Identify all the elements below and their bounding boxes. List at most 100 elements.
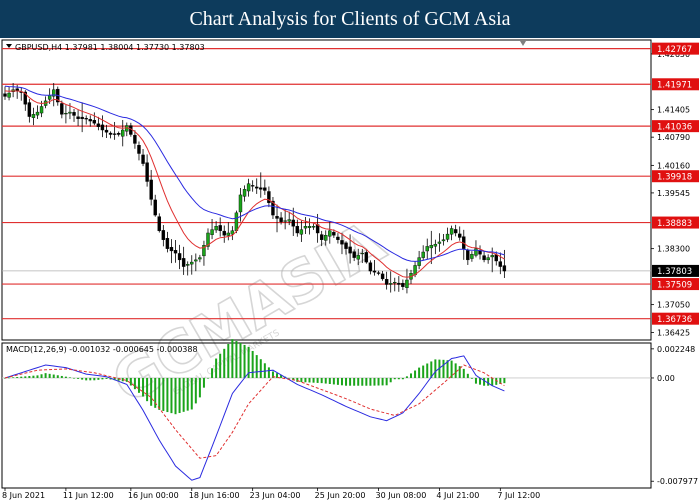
macd-histogram-bar — [105, 377, 108, 379]
candle-down — [112, 133, 117, 135]
time-tick-label: 30 Jun 08:00 — [376, 491, 427, 500]
macd-histogram-bar — [251, 350, 254, 378]
candle-up — [31, 114, 36, 118]
candle-down — [80, 116, 84, 120]
macd-histogram-bar — [44, 373, 47, 378]
candle-down — [364, 252, 369, 263]
macd-histogram-bar — [397, 377, 400, 380]
macd-histogram-bar — [361, 377, 364, 386]
macd-histogram-bar — [36, 375, 39, 378]
time-tick-label: 25 Jun 20:00 — [315, 491, 366, 500]
price-tick-label: 1.38300 — [657, 245, 690, 254]
macd-histogram-bar — [133, 377, 136, 390]
macd-histogram-bar — [401, 377, 404, 380]
macd-histogram-bar — [377, 377, 380, 386]
candle-down — [161, 230, 166, 240]
macd-histogram-bar — [101, 377, 104, 380]
candle-up — [198, 257, 202, 260]
macd-histogram-bar — [418, 367, 421, 378]
candle-down — [380, 273, 385, 280]
candle-down — [153, 199, 157, 216]
candle-down — [92, 119, 97, 124]
macd-histogram-bar — [328, 377, 331, 384]
macd-histogram-bar — [454, 363, 457, 378]
macd-histogram-bar — [223, 348, 226, 378]
macd-histogram-bar — [410, 373, 412, 378]
macd-histogram-bar — [385, 377, 388, 386]
macd-histogram-bar — [89, 377, 92, 381]
level-tag-label: 1.36736 — [657, 315, 692, 325]
macd-histogram-bar — [336, 377, 339, 385]
macd-histogram-bar — [349, 377, 352, 386]
macd-histogram-bar — [73, 377, 76, 379]
candle-down — [384, 278, 389, 285]
macd-histogram-bar — [186, 377, 189, 411]
macd-histogram-bar — [211, 368, 214, 378]
candle-up — [287, 219, 291, 222]
macd-histogram-bar — [125, 377, 128, 382]
macd-histogram-bar — [405, 376, 408, 378]
time-tick-label: 23 Jun 04:00 — [250, 491, 301, 500]
time-tick-label: 8 Jun 2021 — [2, 491, 45, 500]
macd-histogram-bar — [259, 359, 262, 378]
macd-histogram-bar — [491, 377, 494, 386]
candle-up — [303, 226, 308, 229]
macd-histogram-bar — [137, 377, 140, 393]
candle-down — [340, 240, 344, 245]
macd-histogram-bar — [68, 377, 71, 379]
candle-up — [486, 257, 490, 261]
candle-up — [405, 279, 409, 288]
macd-histogram-bar — [316, 377, 319, 383]
macd-histogram-bar — [202, 377, 205, 388]
candle-up — [324, 235, 328, 241]
candle-up — [185, 264, 190, 266]
macd-tick-label: -0.007977 — [657, 477, 698, 486]
macd-histogram-bar — [393, 377, 396, 380]
macd-histogram-bar — [77, 377, 80, 379]
level-tag-label: 1.41971 — [657, 80, 692, 90]
macd-histogram-bar — [85, 377, 88, 381]
candle-up — [441, 239, 446, 242]
candle-down — [250, 185, 255, 187]
level-tag-label: 1.41036 — [657, 122, 692, 132]
candle-down — [218, 225, 222, 231]
macd-histogram-bar — [320, 377, 323, 384]
macd-histogram-bar — [450, 360, 453, 378]
macd-histogram-bar — [162, 377, 165, 411]
candle-down — [222, 230, 226, 236]
candle-down — [133, 135, 137, 144]
chart-canvas: GCMASIA GLOBAL CAPITAL MARKETS 1.426501.… — [0, 38, 700, 500]
macd-histogram-bar — [166, 377, 169, 413]
price-tick-label: 1.37050 — [657, 301, 690, 310]
candle-up — [449, 228, 454, 235]
macd-histogram-bar — [231, 339, 234, 378]
macd-histogram-bar — [158, 377, 161, 410]
level-tag-label: 1.39918 — [657, 172, 692, 182]
macd-histogram-bar — [190, 377, 193, 410]
candle-down — [165, 238, 170, 249]
candle-up — [389, 283, 393, 285]
candle-up — [433, 243, 438, 247]
macd-histogram-bar — [12, 377, 15, 378]
macd-histogram-bar — [48, 373, 51, 378]
candle-up — [190, 261, 194, 265]
macd-histogram-bar — [24, 376, 27, 378]
candle-down — [344, 242, 348, 249]
candle-down — [368, 262, 373, 272]
macd-histogram-bar — [81, 377, 84, 380]
price-tick-label: 1.41405 — [657, 106, 690, 115]
macd-histogram-bar — [178, 377, 181, 414]
candle-down — [173, 250, 178, 254]
candle-down — [108, 132, 113, 135]
macd-histogram-bar — [340, 377, 343, 386]
macd-histogram-bar — [474, 377, 477, 384]
candle-up — [360, 252, 364, 255]
macd-histogram-bar — [60, 375, 63, 378]
macd-histogram-bar — [470, 377, 473, 379]
candle-up — [421, 251, 425, 258]
candle-down — [348, 246, 352, 254]
macd-histogram-bar — [194, 377, 197, 404]
candle-down — [76, 116, 80, 120]
candle-up — [214, 226, 218, 231]
macd-info: MACD(12,26,9) -0.001032 -0.000645 -0.000… — [6, 345, 198, 354]
